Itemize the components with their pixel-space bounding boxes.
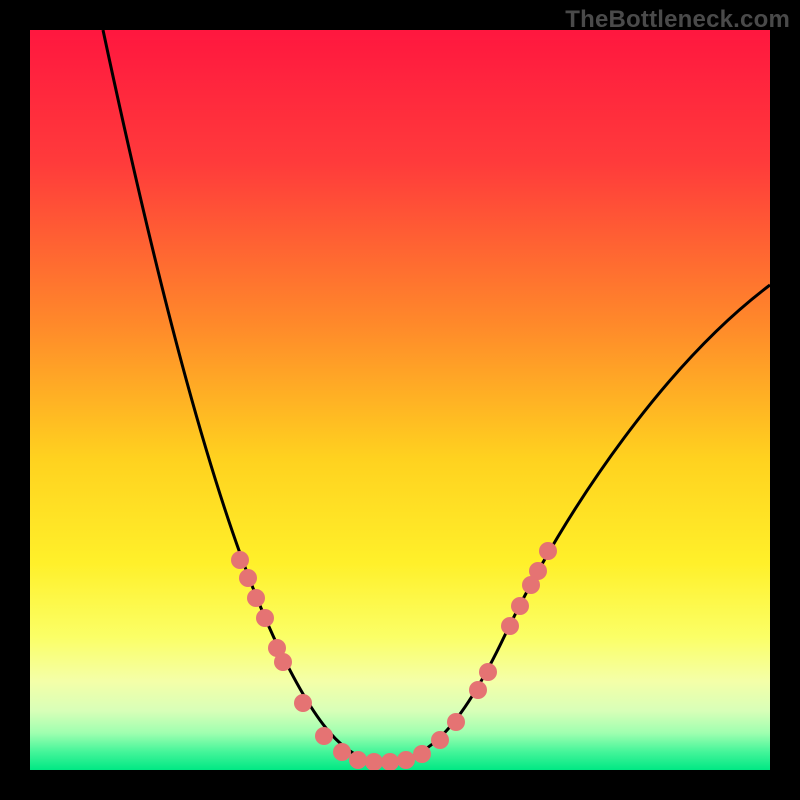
data-marker xyxy=(315,727,333,745)
data-marker xyxy=(333,743,351,761)
data-marker xyxy=(247,589,265,607)
data-marker xyxy=(469,681,487,699)
plot-area xyxy=(30,30,770,770)
data-marker xyxy=(479,663,497,681)
data-marker xyxy=(529,562,547,580)
data-marker xyxy=(511,597,529,615)
data-marker xyxy=(447,713,465,731)
data-marker xyxy=(349,751,367,769)
data-marker xyxy=(539,542,557,560)
bottleneck-curve xyxy=(103,30,770,762)
data-marker xyxy=(239,569,257,587)
data-marker xyxy=(231,551,249,569)
watermark-text: TheBottleneck.com xyxy=(565,6,790,34)
data-marker xyxy=(294,694,312,712)
data-marker xyxy=(397,751,415,769)
marker-group xyxy=(231,542,557,770)
data-marker xyxy=(501,617,519,635)
data-marker xyxy=(365,753,383,770)
data-marker xyxy=(431,731,449,749)
chart-frame: TheBottleneck.com xyxy=(0,0,800,800)
data-marker xyxy=(256,609,274,627)
data-marker xyxy=(274,653,292,671)
data-marker xyxy=(381,753,399,770)
data-marker xyxy=(413,745,431,763)
curve-layer xyxy=(30,30,770,770)
